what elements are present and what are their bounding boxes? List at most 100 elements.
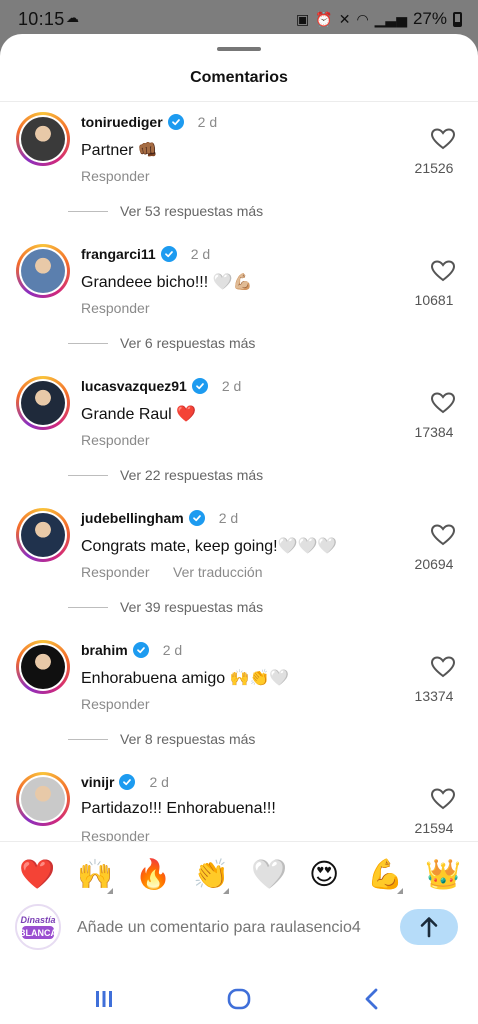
- lock-icon: ▣: [296, 10, 310, 27]
- story-ring[interactable]: [16, 112, 70, 166]
- comment-time: 2 d: [218, 510, 239, 526]
- comment-time: 2 d: [149, 774, 169, 790]
- skin-tone-indicator-icon: [397, 888, 403, 894]
- system-navigation-bar: [0, 974, 478, 1024]
- view-more-replies[interactable]: Ver 53 respuestas más: [68, 203, 263, 219]
- story-ring[interactable]: [16, 376, 70, 430]
- verified-badge-icon: [119, 774, 136, 790]
- back-button[interactable]: [352, 986, 392, 1012]
- username[interactable]: brahim: [81, 642, 128, 658]
- mute-icon: ✕: [338, 10, 351, 27]
- sheet-drag-handle[interactable]: [217, 47, 261, 51]
- send-button[interactable]: [400, 909, 458, 945]
- verified-badge-icon: [191, 378, 208, 394]
- verified-badge-icon: [132, 642, 149, 658]
- avatar[interactable]: [21, 249, 65, 293]
- comment-text: Enhorabuena amigo 🙌👏🤍: [81, 670, 290, 687]
- skin-tone-indicator-icon: [107, 888, 113, 894]
- like-count: 13374: [414, 688, 454, 704]
- home-icon: [227, 988, 251, 1010]
- username[interactable]: toniruediger: [81, 114, 163, 130]
- recent-apps-button[interactable]: [84, 986, 124, 1012]
- view-more-replies-label: Ver 53 respuestas más: [120, 203, 264, 219]
- reply-button[interactable]: Responder: [81, 696, 150, 712]
- status-icons: ▣ ⏰ ✕ ◠ ▁▃▅ 27%: [296, 9, 462, 29]
- username[interactable]: judebellingham: [81, 510, 184, 526]
- avatar[interactable]: [21, 645, 65, 689]
- comments-sheet: Comentarios toniruediger 2 d Partner 👊🏾 Res…: [0, 34, 478, 1024]
- emoji-button[interactable]: 💪: [367, 858, 403, 892]
- like-heart-icon[interactable]: [430, 260, 456, 282]
- comment-time: 2 d: [162, 642, 183, 658]
- like-heart-icon[interactable]: [430, 128, 456, 150]
- like-count: 21526: [414, 160, 454, 176]
- view-more-replies[interactable]: Ver 22 respuestas más: [68, 467, 263, 483]
- comment-time: 2 d: [197, 114, 218, 130]
- recents-icon: [96, 991, 112, 1007]
- comment-item: lucasvazquez91 2 d Grande Raul ❤️ Responder…: [0, 370, 478, 502]
- username[interactable]: vinijr: [81, 774, 114, 790]
- username[interactable]: lucasvazquez91: [81, 378, 187, 394]
- home-button[interactable]: [219, 986, 259, 1012]
- reply-button[interactable]: Responder: [81, 564, 150, 580]
- my-avatar: Dinastía BLANCA: [15, 904, 61, 950]
- comment-item: toniruediger 2 d Partner 👊🏾 Responder 21526 V…: [0, 106, 478, 238]
- story-ring[interactable]: [16, 244, 70, 298]
- like-heart-icon[interactable]: [430, 656, 456, 678]
- view-more-replies[interactable]: Ver 8 respuestas más: [68, 731, 255, 747]
- reply-button[interactable]: Responder: [81, 432, 150, 448]
- battery-percent: 27%: [412, 9, 447, 28]
- emoji-button[interactable]: 🔥: [135, 858, 171, 892]
- comments-list[interactable]: toniruediger 2 d Partner 👊🏾 Responder 21526 V…: [0, 102, 478, 841]
- verified-badge-icon: [188, 510, 205, 526]
- emoji-button[interactable]: 🙌: [77, 858, 113, 892]
- view-more-replies-label: Ver 39 respuestas más: [120, 599, 264, 615]
- comment-time: 2 d: [221, 378, 242, 394]
- emoji-button[interactable]: 👑: [425, 858, 461, 892]
- sheet-title: Comentarios: [190, 69, 288, 86]
- like-count: 10681: [414, 292, 454, 308]
- avatar[interactable]: [21, 777, 65, 821]
- avatar[interactable]: [21, 381, 65, 425]
- dinastia-blanca-logo-icon: Dinastía BLANCA: [17, 906, 59, 948]
- emoji-button[interactable]: 😍: [309, 858, 339, 892]
- view-more-replies[interactable]: Ver 6 respuestas más: [68, 335, 255, 351]
- comment-item: brahim 2 d Enhorabuena amigo 🙌👏🤍 Responder 1…: [0, 634, 478, 766]
- emoji-button[interactable]: 🤍: [251, 858, 287, 892]
- comment-input[interactable]: [77, 919, 387, 937]
- story-ring[interactable]: [16, 772, 70, 826]
- divider: [68, 474, 108, 476]
- wifi-icon: ◠: [356, 10, 369, 27]
- back-chevron-icon: [365, 988, 378, 1010]
- verified-badge-icon: [160, 246, 177, 262]
- avatar[interactable]: [21, 117, 65, 161]
- verified-badge-icon: [167, 114, 184, 130]
- username[interactable]: frangarci11: [81, 246, 156, 262]
- svg-text:BLANCA: BLANCA: [19, 928, 57, 938]
- username-row: vinijr 2 d: [81, 774, 169, 790]
- story-ring[interactable]: [16, 640, 70, 694]
- translate-button[interactable]: Ver traducción: [173, 564, 263, 580]
- emoji-button[interactable]: ❤️: [19, 858, 55, 892]
- comment-item: judebellingham 2 d Congrats mate, keep goi…: [0, 502, 478, 634]
- like-heart-icon[interactable]: [430, 524, 456, 546]
- comment-text: Grandeee bicho!!! 🤍💪🏼: [81, 274, 253, 291]
- alarm-icon: ⏰: [315, 10, 333, 27]
- divider: [68, 738, 108, 740]
- story-ring[interactable]: [16, 508, 70, 562]
- username-row: brahim 2 d: [81, 642, 182, 658]
- username-row: frangarci11 2 d: [81, 246, 210, 262]
- clock: 10:15: [18, 9, 65, 29]
- view-more-replies[interactable]: Ver 39 respuestas más: [68, 599, 263, 615]
- like-count: 21594: [414, 820, 454, 836]
- like-heart-icon[interactable]: [430, 392, 456, 414]
- reply-button[interactable]: Responder: [81, 828, 150, 841]
- emoji-button[interactable]: 👏: [193, 858, 229, 892]
- divider: [68, 606, 108, 608]
- reply-button[interactable]: Responder: [81, 168, 150, 184]
- avatar[interactable]: [21, 513, 65, 557]
- comment-text: Partidazo!!! Enhorabuena!!!: [81, 800, 276, 817]
- like-heart-icon[interactable]: [430, 788, 456, 810]
- reply-button[interactable]: Responder: [81, 300, 150, 316]
- comment-input-row: Dinastía BLANCA: [0, 904, 478, 952]
